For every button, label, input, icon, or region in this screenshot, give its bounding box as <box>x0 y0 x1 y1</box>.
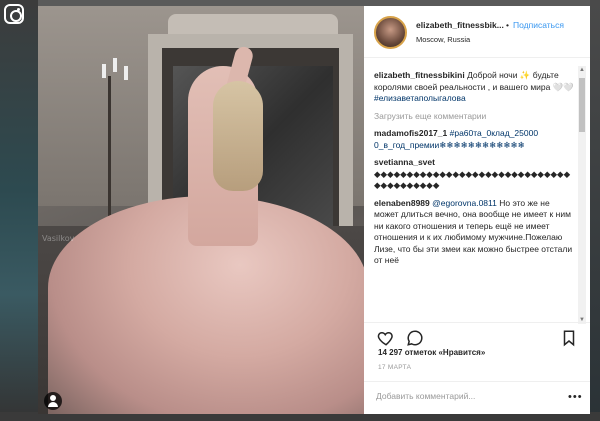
scrollbar-thumb[interactable] <box>579 78 585 132</box>
avatar[interactable] <box>374 16 407 49</box>
post-side-panel: elizabeth_fitnessbik... • Подписаться Mo… <box>364 6 590 414</box>
background-right <box>590 0 600 421</box>
background-left <box>0 0 38 421</box>
location-link[interactable]: Moscow, Russia <box>416 35 470 44</box>
more-options-icon[interactable]: ••• <box>568 391 583 403</box>
comment-mention[interactable]: @egorovna.0811 <box>432 198 497 208</box>
comment-text: ◆◆◆◆◆◆◆◆◆◆◆◆◆◆◆◆◆◆◆◆◆◆◆◆◆◆◆◆◆◆◆◆◆◆◆◆◆◆◆◆ <box>374 168 571 191</box>
photo-candle-stand <box>108 76 111 216</box>
comment-username[interactable]: elenaben8989 <box>374 198 430 208</box>
photo-watermark: Vasilkov <box>42 234 75 243</box>
list-item: madamofis2017_1 #ра60та_0клад_25000 0_в_… <box>374 128 574 151</box>
header-separator: • <box>506 20 509 30</box>
heart-icon[interactable] <box>377 329 395 347</box>
post-actions <box>364 322 590 350</box>
photo-candle <box>102 64 106 78</box>
caption-hashtag[interactable]: #елизаветаполыгалова <box>374 93 466 103</box>
comment-username[interactable]: svetianna_svet <box>374 157 435 167</box>
bookmark-icon[interactable] <box>560 329 578 347</box>
scroll-up-icon[interactable]: ▲ <box>578 66 586 74</box>
list-item: elenaben8989 @egorovna.0811 Но это же не… <box>374 198 574 267</box>
photo-hair <box>213 81 263 191</box>
instagram-icon[interactable] <box>4 4 24 24</box>
caption-username[interactable]: elizabeth_fitnessbikini <box>374 70 465 80</box>
comment-icon[interactable] <box>406 329 424 347</box>
likes-count[interactable]: 14 297 отметок «Нравится» <box>378 348 485 357</box>
load-more-comments[interactable]: Загрузить еще комментарии <box>374 111 574 123</box>
follow-button[interactable]: Подписаться <box>513 20 564 30</box>
add-comment-bar: ••• <box>364 381 590 414</box>
post-date[interactable]: 17 МАРТА <box>378 364 411 371</box>
comments-list: elizabeth_fitnessbikini Доброй ночи ✨ бу… <box>374 70 574 273</box>
caption: elizabeth_fitnessbikini Доброй ночи ✨ бу… <box>374 70 574 105</box>
photo-candle <box>113 58 117 72</box>
post-photo[interactable]: Vasilkov <box>38 6 364 414</box>
photo-candle <box>124 66 128 80</box>
list-item: svetianna_svet ◆◆◆◆◆◆◆◆◆◆◆◆◆◆◆◆◆◆◆◆◆◆◆◆◆… <box>374 157 574 192</box>
comment-username[interactable]: madamofis2017_1 <box>374 128 447 138</box>
post-header: elizabeth_fitnessbik... • Подписаться Mo… <box>364 6 590 58</box>
header-username[interactable]: elizabeth_fitnessbik... <box>416 20 504 30</box>
comment-input[interactable] <box>376 391 556 401</box>
user-tag-icon[interactable] <box>44 392 62 410</box>
